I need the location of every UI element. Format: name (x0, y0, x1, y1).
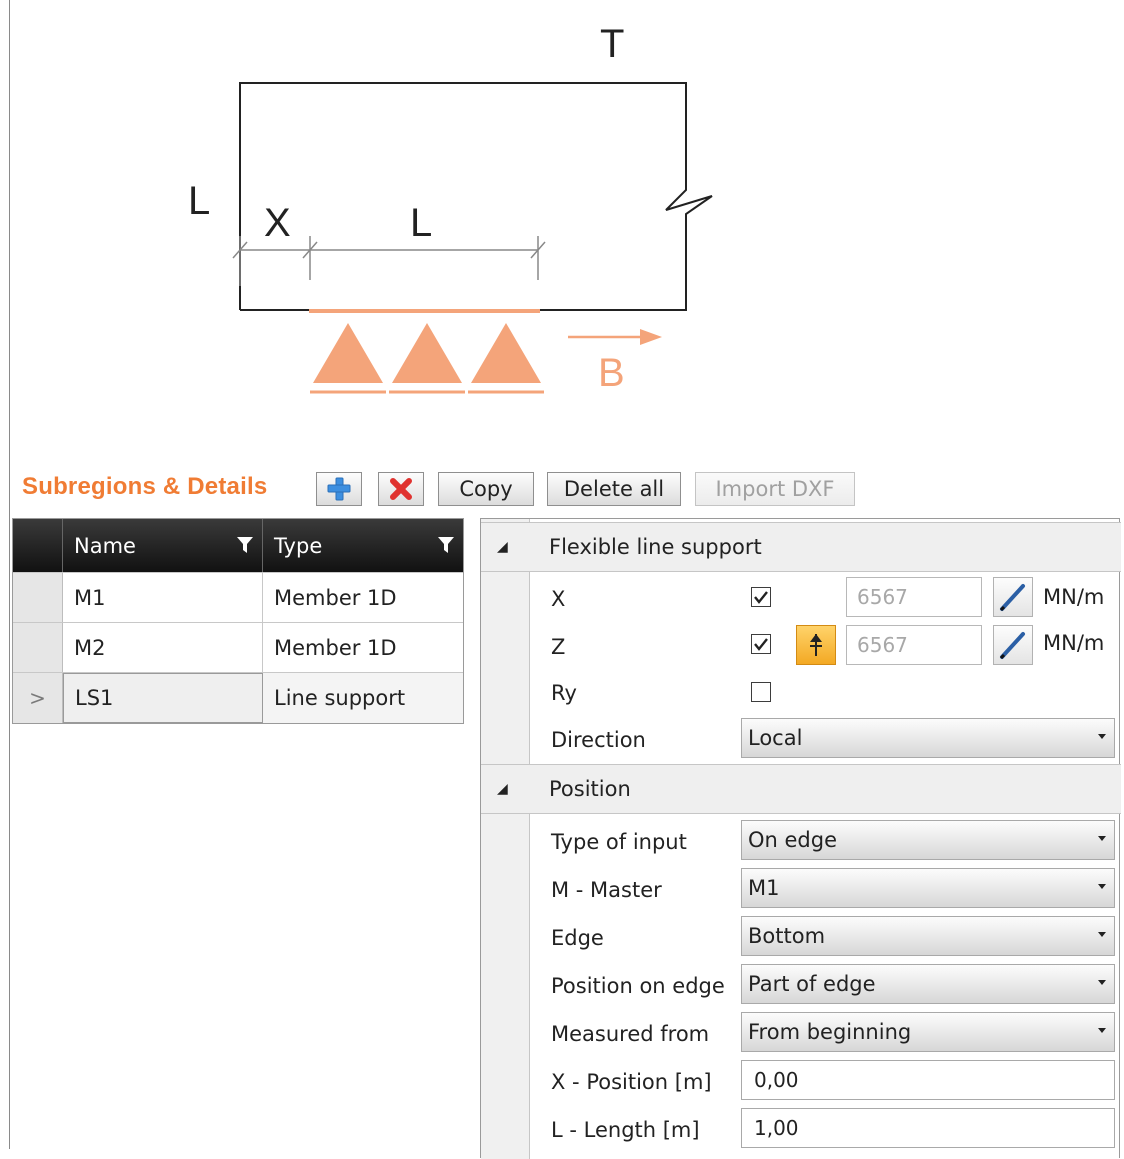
property-label-position-on-edge: Position on edge (551, 974, 725, 998)
direction-arrow-head (640, 329, 662, 345)
x-unit: MN/m (1043, 585, 1105, 609)
column-type-label: Type (274, 533, 323, 558)
property-gutter (481, 519, 530, 1159)
cell-name[interactable]: M1 (63, 573, 263, 623)
copy-button[interactable]: Copy (438, 472, 534, 506)
master-select[interactable]: M1 (741, 868, 1115, 908)
z-direction-button[interactable] (796, 625, 836, 665)
z-unit: MN/m (1043, 631, 1105, 655)
property-panel: ◢ Flexible line support X 6567 MN/m Z 65… (480, 518, 1121, 1159)
property-label-z: Z (551, 635, 566, 659)
support-diagram: T L X L B (188, 22, 713, 395)
direction-select[interactable]: Local (741, 718, 1115, 758)
row-selector[interactable] (13, 623, 63, 673)
property-label-length: L - Length [m] (551, 1118, 700, 1142)
add-button[interactable] (316, 472, 362, 506)
property-label-ry: Ry (551, 681, 577, 705)
column-header-name[interactable]: Name (63, 519, 263, 572)
label-l-left: L (188, 179, 210, 223)
property-label-direction: Direction (551, 728, 646, 752)
direction-value: Local (748, 726, 803, 750)
z-stiffness-input[interactable]: 6567 (846, 625, 982, 665)
table-row[interactable]: > LS1 Line support (13, 672, 463, 723)
subregions-grid: Name Type M1 Member 1D M2 Member 1D > LS… (12, 518, 464, 724)
cell-name[interactable]: M2 (63, 623, 263, 673)
label-b: B (598, 351, 625, 395)
property-label-x-position: X - Position [m] (551, 1070, 712, 1094)
chevron-down-icon (1098, 884, 1106, 889)
property-label-master: M - Master (551, 878, 662, 902)
table-row[interactable]: M1 Member 1D (13, 572, 463, 623)
chevron-down-icon (1098, 932, 1106, 937)
region-outline (239, 82, 713, 311)
ry-checkbox[interactable] (751, 682, 771, 702)
chevron-down-icon (1098, 836, 1106, 841)
delete-button[interactable] (378, 472, 424, 506)
type-of-input-select[interactable]: On edge (741, 820, 1115, 860)
filter-icon[interactable] (437, 535, 455, 555)
category-flexible-line-support[interactable]: ◢ Flexible line support (481, 522, 1121, 572)
measured-from-select[interactable]: From beginning (741, 1012, 1115, 1052)
grid-header: Name Type (13, 519, 463, 572)
table-row[interactable]: M2 Member 1D (13, 622, 463, 673)
import-dxf-button[interactable]: Import DXF (695, 472, 855, 506)
position-on-edge-value: Part of edge (748, 972, 876, 996)
arrow-up-icon (810, 634, 822, 656)
label-l-dim: L (410, 201, 432, 245)
label-x: X (264, 201, 291, 245)
x-icon (390, 478, 412, 500)
x-checkbox[interactable] (751, 587, 771, 607)
filter-icon[interactable] (236, 535, 254, 555)
subregions-title: Subregions & Details (22, 473, 268, 500)
property-label-x: X (551, 587, 566, 611)
edge-select[interactable]: Bottom (741, 916, 1115, 956)
property-label-edge: Edge (551, 926, 604, 950)
cell-name[interactable]: LS1 (63, 673, 263, 723)
support-triangle-2 (392, 323, 462, 383)
category-label: Position (549, 777, 631, 801)
x-stiffness-input[interactable]: 6567 (846, 577, 982, 617)
row-selector[interactable] (13, 573, 63, 623)
property-label-type-of-input: Type of input (551, 830, 687, 854)
checkmark-icon (754, 638, 768, 651)
master-value: M1 (748, 876, 780, 900)
delete-all-button[interactable]: Delete all (547, 472, 681, 506)
pencil-icon (999, 584, 1025, 612)
length-input[interactable]: 1,00 (741, 1108, 1115, 1148)
edge-value: Bottom (748, 924, 826, 948)
z-edit-button[interactable] (993, 625, 1033, 665)
property-label-measured-from: Measured from (551, 1022, 710, 1046)
cell-type[interactable]: Member 1D (263, 623, 463, 673)
support-triangle-1 (313, 323, 383, 383)
column-header-type[interactable]: Type (263, 519, 463, 572)
x-edit-button[interactable] (993, 577, 1033, 617)
column-name-label: Name (74, 533, 136, 558)
collapse-triangle-icon[interactable]: ◢ (497, 781, 508, 797)
category-label: Flexible line support (549, 535, 762, 559)
plus-icon (327, 477, 351, 501)
cell-type[interactable]: Line support (263, 673, 463, 723)
grid-header-selector (13, 519, 63, 572)
chevron-down-icon (1098, 1028, 1106, 1033)
collapse-triangle-icon[interactable]: ◢ (497, 539, 508, 555)
position-on-edge-select[interactable]: Part of edge (741, 964, 1115, 1004)
chevron-down-icon (1098, 734, 1106, 739)
type-of-input-value: On edge (748, 828, 838, 852)
measured-from-value: From beginning (748, 1020, 912, 1044)
support-triangle-3 (471, 323, 541, 383)
z-checkbox[interactable] (751, 634, 771, 654)
row-selector-current[interactable]: > (13, 673, 63, 723)
checkmark-icon (754, 591, 768, 604)
pencil-icon (999, 632, 1025, 660)
label-t: T (600, 22, 624, 66)
cell-type[interactable]: Member 1D (263, 573, 463, 623)
x-position-input[interactable]: 0,00 (741, 1060, 1115, 1100)
category-position[interactable]: ◢ Position (481, 764, 1121, 814)
chevron-down-icon (1098, 980, 1106, 985)
